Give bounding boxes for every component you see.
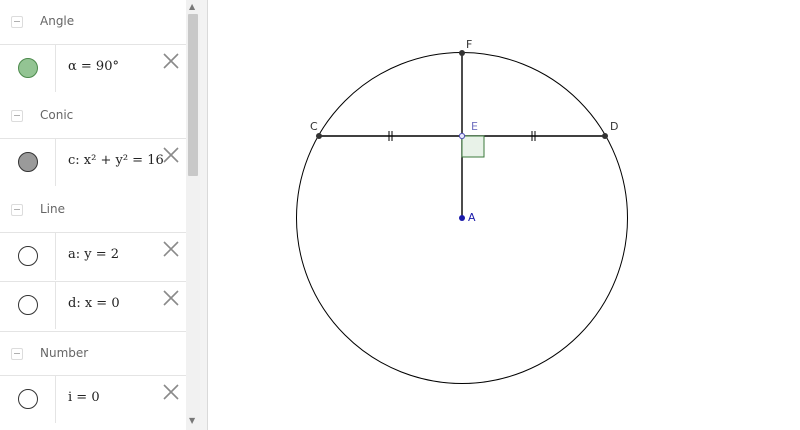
scroll-up-arrow-icon[interactable]: ▲ [189,3,195,11]
algebra-item-d[interactable]: d: x = 0 [0,281,186,329]
label-a: A [468,211,476,224]
algebra-item-text[interactable]: i = 0 [68,390,100,405]
label-e: E [471,120,478,133]
label-f: F [466,38,472,51]
visibility-toggle-marble[interactable] [18,58,38,78]
close-icon[interactable] [162,240,180,258]
algebra-item-c[interactable]: c: x² + y² = 16 [0,138,186,186]
view-divider[interactable] [200,0,208,430]
close-icon[interactable] [162,289,180,307]
marble-cell [0,233,56,280]
point-d[interactable] [602,133,608,139]
minus-icon[interactable] [11,16,23,28]
marble-cell [0,139,56,186]
group-header-conic[interactable]: Conic [0,94,186,138]
right-angle-marker[interactable] [461,135,485,158]
graphics-view[interactable]: F C D E A [208,0,800,430]
algebra-item-alpha[interactable]: α = 90° [0,44,186,92]
algebra-item-text[interactable]: c: x² + y² = 16 [68,153,164,168]
visibility-toggle-marble[interactable] [18,152,38,172]
algebra-item-text[interactable]: a: y = 2 [68,247,119,262]
marble-cell [0,282,56,329]
minus-icon[interactable] [11,110,23,122]
close-icon[interactable] [162,146,180,164]
scroll-thumb[interactable] [188,14,198,176]
group-header-number[interactable]: Number [0,331,186,375]
point-c[interactable] [316,133,322,139]
scroll-down-arrow-icon[interactable]: ▼ [189,417,195,425]
algebra-item-a[interactable]: a: y = 2 [0,232,186,280]
close-icon[interactable] [162,52,180,70]
label-c: C [310,120,318,133]
minus-icon[interactable] [11,204,23,216]
group-header-line[interactable]: Line [0,188,186,232]
point-a[interactable] [459,215,465,221]
algebra-view: Angle α = 90° Conic c: x² + y² = 16 Line… [0,0,186,430]
label-d: D [610,120,618,133]
group-label: Conic [40,108,74,122]
visibility-toggle-marble[interactable] [18,389,38,409]
group-header-angle[interactable]: Angle [0,0,186,44]
visibility-toggle-marble[interactable] [18,246,38,266]
minus-icon[interactable] [11,348,23,360]
point-e[interactable] [458,132,466,140]
close-icon[interactable] [162,383,180,401]
algebra-item-text[interactable]: d: x = 0 [68,296,120,311]
algebra-scrollbar[interactable]: ▲ ▼ [186,0,200,430]
visibility-toggle-marble[interactable] [18,295,38,315]
point-f[interactable] [459,50,465,56]
group-label: Angle [40,14,75,28]
algebra-item-text[interactable]: α = 90° [68,59,119,74]
marble-cell [0,376,56,423]
group-label: Number [40,346,89,360]
algebra-item-i[interactable]: i = 0 [0,375,186,423]
marble-cell [0,45,56,92]
group-label: Line [40,202,66,216]
